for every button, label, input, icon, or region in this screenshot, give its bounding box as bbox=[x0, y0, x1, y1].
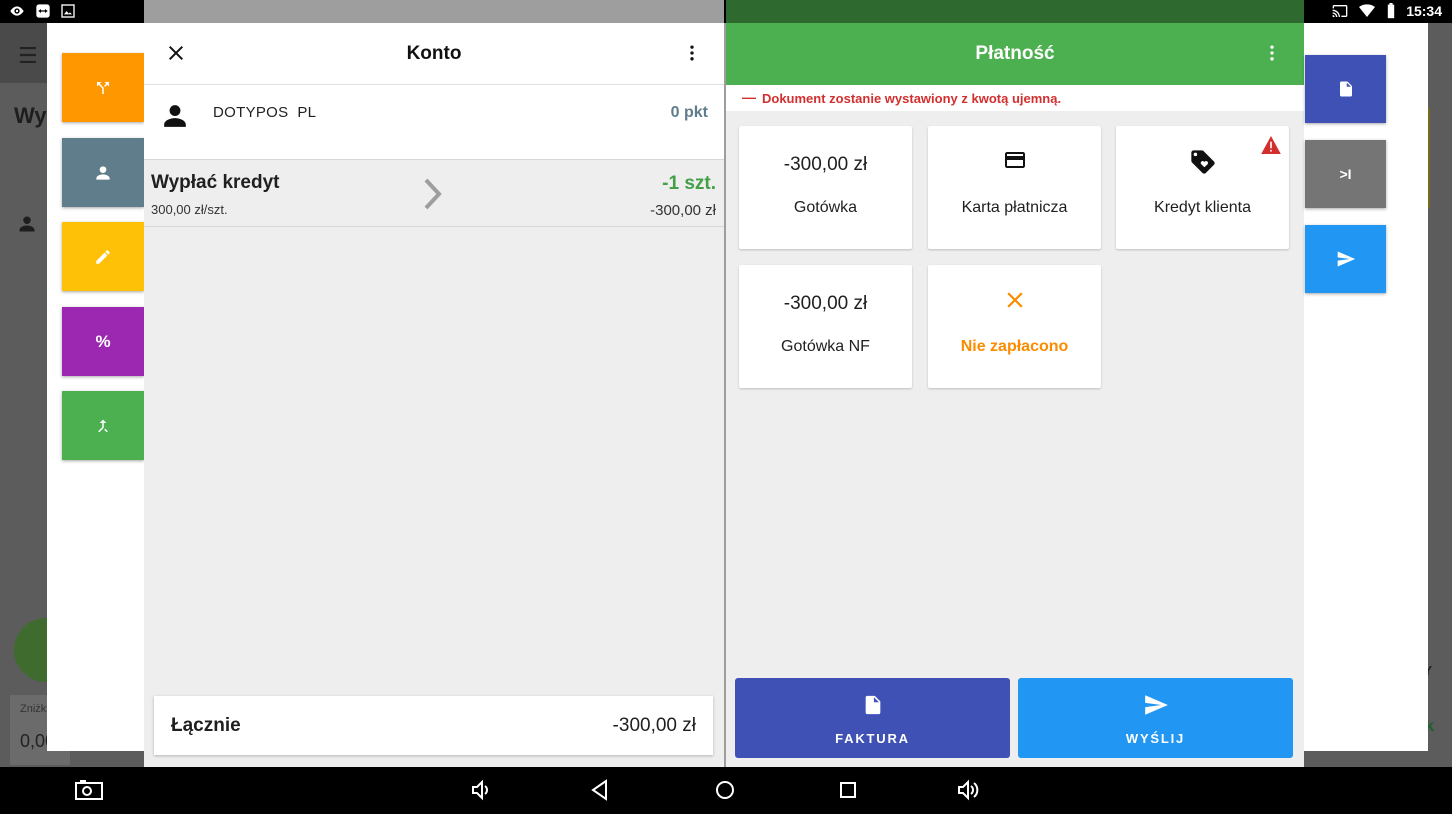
credit-label: Kredyt klienta bbox=[1154, 199, 1251, 216]
percent-icon: % bbox=[95, 331, 111, 351]
customer-points: 0 pkt bbox=[670, 104, 708, 121]
konto-panel: Konto DOTYPOS PL 0 pkt Wypłać kredyt 300… bbox=[144, 23, 724, 767]
item-quantity: -1 szt. bbox=[662, 173, 716, 194]
discount-label: Zniżk bbox=[20, 703, 47, 715]
payment-header: Płatność bbox=[726, 23, 1304, 85]
warning-text: Dokument zostanie wystawiony z kwotą uje… bbox=[762, 91, 1062, 106]
split-icon bbox=[97, 81, 109, 94]
cash-nf-label: Gotówka NF bbox=[781, 338, 870, 355]
item-unit-price: 300,00 zł/szt. bbox=[151, 202, 228, 217]
warning-dash-icon: — bbox=[742, 89, 756, 105]
payment-method-cash-nf[interactable]: -300,00 zł Gotówka NF bbox=[739, 265, 912, 388]
card-label: Karta płatnicza bbox=[961, 199, 1068, 216]
send-icon bbox=[1337, 251, 1355, 267]
right-invoice-tile[interactable] bbox=[1305, 55, 1386, 123]
teamviewer-icon bbox=[36, 4, 50, 18]
payment-method-cash[interactable]: -300,00 zł Gotówka bbox=[739, 126, 912, 249]
warning-bar: — Dokument zostanie wystawiony z kwotą u… bbox=[726, 85, 1304, 111]
payment-title: Płatność bbox=[975, 43, 1055, 64]
warning-icon bbox=[1261, 136, 1281, 154]
split-tile[interactable] bbox=[62, 53, 144, 122]
merge-tile[interactable] bbox=[62, 391, 144, 460]
customer-tile[interactable] bbox=[62, 138, 144, 207]
document-icon bbox=[865, 695, 880, 715]
payment-method-unpaid[interactable]: Nie zapłacono bbox=[928, 265, 1101, 388]
send-button[interactable]: WYŚLIJ bbox=[1018, 678, 1293, 758]
konto-status-strip bbox=[144, 0, 724, 23]
person-icon bbox=[164, 105, 186, 127]
payment-panel: Płatność — Dokument zostanie wystawiony … bbox=[726, 23, 1304, 767]
recents-icon[interactable] bbox=[837, 778, 859, 802]
invoice-button[interactable]: FAKTURA bbox=[735, 678, 1010, 758]
customer-row[interactable]: DOTYPOS PL 0 pkt bbox=[144, 85, 724, 160]
payment-status-strip bbox=[726, 0, 1304, 23]
tag-heart-icon bbox=[1190, 150, 1215, 174]
konto-header: Konto bbox=[144, 23, 724, 85]
discount-tile[interactable]: % bbox=[62, 307, 144, 376]
payment-method-card[interactable]: Karta płatnicza bbox=[928, 126, 1101, 249]
document-icon bbox=[1339, 81, 1352, 97]
unpaid-label: Nie zapłacono bbox=[960, 338, 1069, 355]
send-label: WYŚLIJ bbox=[1125, 731, 1186, 746]
total-label: Łącznie bbox=[171, 715, 241, 736]
screenshot-icon[interactable] bbox=[74, 778, 104, 802]
right-send-tile[interactable] bbox=[1305, 225, 1386, 293]
navigation-bar bbox=[0, 767, 1452, 814]
eye-icon bbox=[10, 6, 24, 16]
cash-amount: -300,00 zł bbox=[783, 154, 868, 175]
hamburger-menu-icon[interactable]: ☰ bbox=[18, 43, 38, 69]
item-name: Wypłać kredyt bbox=[151, 172, 280, 193]
order-item-row[interactable]: Wypłać kredyt 300,00 zł/szt. -1 szt. -30… bbox=[144, 161, 724, 227]
total-value: -300,00 zł bbox=[612, 715, 696, 736]
merge-icon bbox=[98, 419, 108, 432]
close-icon bbox=[1006, 292, 1023, 308]
cast-icon bbox=[1332, 5, 1348, 17]
more-vert-icon[interactable] bbox=[682, 41, 702, 65]
right-skip-tile[interactable]: >I bbox=[1305, 140, 1386, 208]
volume-up-icon[interactable] bbox=[955, 778, 983, 802]
send-icon bbox=[1144, 695, 1168, 715]
payment-method-credit[interactable]: Kredyt klienta bbox=[1116, 126, 1289, 249]
item-total: -300,00 zł bbox=[650, 202, 716, 219]
customer-name: DOTYPOS PL bbox=[213, 104, 317, 121]
home-icon[interactable] bbox=[713, 778, 737, 802]
cash-nf-amount: -300,00 zł bbox=[783, 293, 868, 314]
chevron-right-icon bbox=[424, 178, 442, 210]
edit-icon bbox=[96, 249, 110, 264]
more-vert-icon[interactable] bbox=[1262, 41, 1282, 65]
skip-next-icon: >I bbox=[1339, 166, 1352, 182]
person-icon bbox=[19, 216, 35, 232]
wifi-icon bbox=[1359, 4, 1376, 17]
credit-card-icon bbox=[1004, 152, 1025, 168]
back-icon[interactable] bbox=[589, 778, 611, 802]
image-icon bbox=[61, 4, 75, 18]
edit-tile[interactable] bbox=[62, 222, 144, 291]
konto-title: Konto bbox=[406, 43, 462, 64]
invoice-label: FAKTURA bbox=[835, 731, 910, 746]
battery-icon bbox=[1387, 3, 1395, 19]
clock: 15:34 bbox=[1406, 3, 1442, 19]
volume-down-icon[interactable] bbox=[469, 778, 493, 802]
person-icon bbox=[96, 165, 110, 180]
cash-label: Gotówka bbox=[793, 199, 858, 216]
total-card: Łącznie -300,00 zł bbox=[154, 696, 713, 755]
